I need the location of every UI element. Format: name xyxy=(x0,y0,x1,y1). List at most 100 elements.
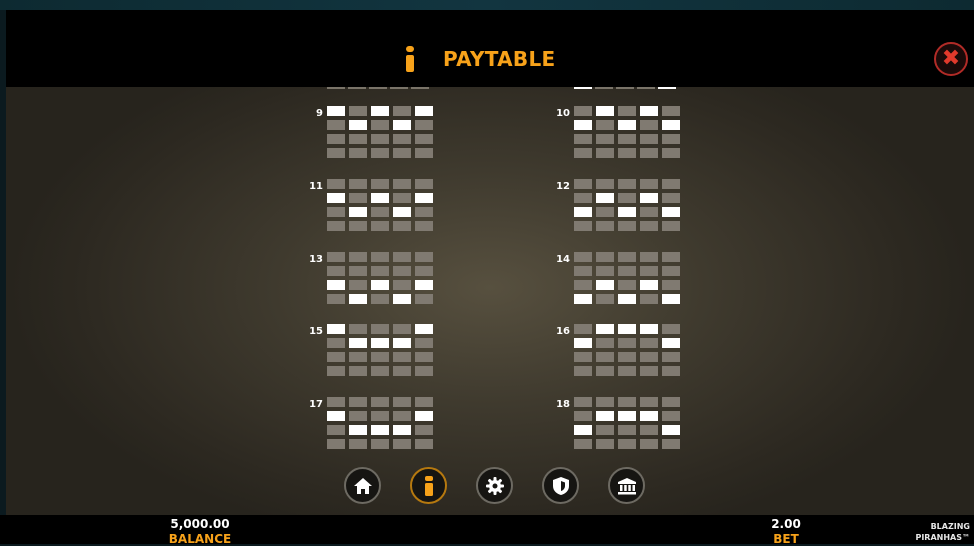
payline-cell-active xyxy=(371,338,389,348)
gear-icon xyxy=(485,476,504,495)
payline-cell xyxy=(371,179,389,189)
payline-cell xyxy=(349,221,367,231)
payline-cell xyxy=(415,397,433,407)
payline-cell-active xyxy=(596,106,614,116)
game-logo-line1: BLAZING xyxy=(930,522,970,531)
payline-cell xyxy=(618,106,636,116)
balance-value: 5,000.00 xyxy=(170,517,230,531)
payline-cell xyxy=(618,148,636,158)
payline-number: 18 xyxy=(556,399,570,410)
payline-cell-active xyxy=(640,411,658,421)
payline-cell xyxy=(349,439,367,449)
payline-number: 9 xyxy=(316,108,323,119)
payline-cell xyxy=(640,134,658,144)
payline-cell xyxy=(371,120,389,130)
payline-grid xyxy=(574,324,680,376)
payline-cell xyxy=(415,439,433,449)
paytable-modal: PAYTABLE ✖ 9 10 11 12 13 14 15 16 17 18 xyxy=(6,10,974,515)
payline-cell xyxy=(662,193,680,203)
payline-cell-active xyxy=(596,280,614,290)
payline-cell-active xyxy=(640,324,658,334)
payline-cell xyxy=(618,266,636,276)
payline-cell-active xyxy=(349,425,367,435)
payline-cell xyxy=(640,366,658,376)
payline-cell xyxy=(662,280,680,290)
payline-cell xyxy=(574,266,592,276)
payline-cell-active xyxy=(415,411,433,421)
home-button[interactable] xyxy=(344,467,381,504)
paytable-header: PAYTABLE ✖ xyxy=(6,10,974,87)
game-background-strip xyxy=(0,0,974,10)
payline-cell xyxy=(327,266,345,276)
payline-cell xyxy=(327,134,345,144)
payline-cell xyxy=(574,134,592,144)
payline-cell xyxy=(618,179,636,189)
payline-cell-active xyxy=(415,280,433,290)
payline-cell xyxy=(640,120,658,130)
payline-cell xyxy=(371,266,389,276)
payline-grid xyxy=(327,106,433,158)
close-button[interactable]: ✖ xyxy=(934,42,968,76)
bet-value[interactable]: 2.00 xyxy=(746,517,826,531)
info-icon xyxy=(424,475,433,496)
payline-number: 15 xyxy=(309,326,323,337)
payline-cell-active xyxy=(327,106,345,116)
payline-cell xyxy=(640,439,658,449)
payline-cell-active xyxy=(327,280,345,290)
payline-cell xyxy=(596,338,614,348)
payline-cell-active xyxy=(662,207,680,217)
payline-cell-active xyxy=(640,193,658,203)
payline-cell xyxy=(662,324,680,334)
info-button[interactable] xyxy=(410,467,447,504)
payline-cell xyxy=(393,193,411,203)
payline-cell xyxy=(349,252,367,262)
status-bar: 5,000.00 BALANCE 2.00 BET BLAZING PIRANH… xyxy=(0,515,974,546)
previous-payline-peek-right xyxy=(574,87,676,89)
payline-cell xyxy=(640,397,658,407)
payline-cell xyxy=(640,207,658,217)
payline-cell xyxy=(618,221,636,231)
payline-cell xyxy=(393,106,411,116)
payline-cell xyxy=(596,425,614,435)
payline-cell xyxy=(596,294,614,304)
bank-button[interactable] xyxy=(608,467,645,504)
payline-cell xyxy=(618,134,636,144)
payline-cell-active xyxy=(640,280,658,290)
payline-cell-active xyxy=(662,120,680,130)
payline-cell xyxy=(662,352,680,362)
payline-cell xyxy=(596,366,614,376)
payline-cell xyxy=(574,324,592,334)
payline-cell-active xyxy=(574,120,592,130)
payline-cell xyxy=(574,397,592,407)
payline-cell xyxy=(415,294,433,304)
payline-cell xyxy=(393,179,411,189)
payline-cell xyxy=(574,106,592,116)
payline-cell xyxy=(662,366,680,376)
payline-cell xyxy=(596,252,614,262)
payline-cell xyxy=(618,252,636,262)
payline-cell xyxy=(596,397,614,407)
payline-cell xyxy=(415,221,433,231)
payline-cell xyxy=(327,221,345,231)
payline-cell xyxy=(393,366,411,376)
payline-grid xyxy=(327,324,433,376)
payline-cell xyxy=(371,294,389,304)
game-logo-line2: PIRANHAS™ xyxy=(915,533,970,542)
payline-cell xyxy=(327,425,345,435)
payline-cell xyxy=(415,207,433,217)
payline-cell xyxy=(393,252,411,262)
payline-cell xyxy=(415,134,433,144)
payline-cell xyxy=(393,221,411,231)
payline-cell xyxy=(640,148,658,158)
payline-cell xyxy=(574,148,592,158)
responsible-gaming-button[interactable] xyxy=(542,467,579,504)
payline-cell-active xyxy=(662,425,680,435)
payline-cell xyxy=(349,280,367,290)
payline-cell-active xyxy=(349,338,367,348)
payline-cell-active xyxy=(596,193,614,203)
payline-cell-active xyxy=(662,294,680,304)
payline-cell xyxy=(349,352,367,362)
payline-cell xyxy=(393,397,411,407)
settings-button[interactable] xyxy=(476,467,513,504)
payline-cell-active xyxy=(371,425,389,435)
